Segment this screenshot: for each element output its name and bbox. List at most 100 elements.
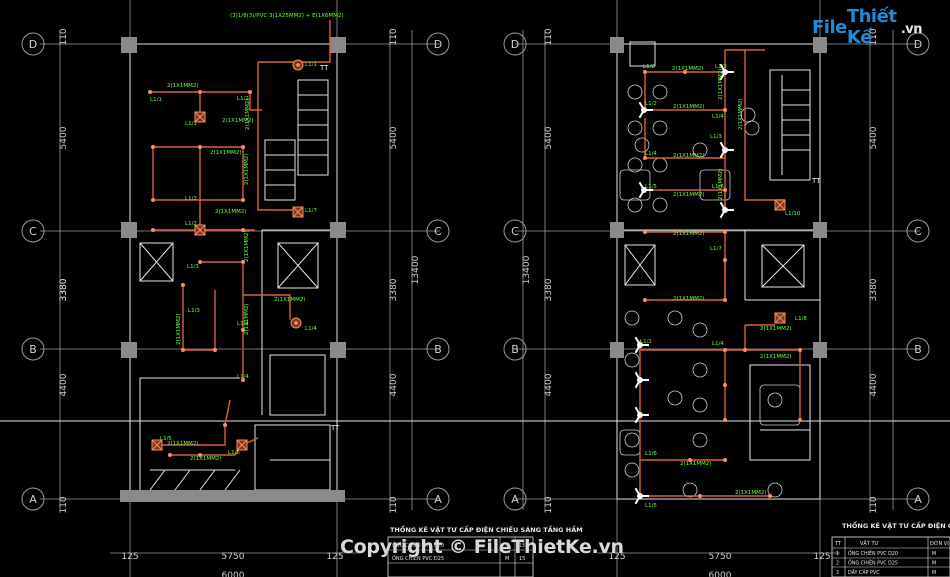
dim-segment: 4400 bbox=[389, 373, 399, 396]
table-cell-unit: M bbox=[932, 561, 936, 567]
table-cell-unit: M bbox=[932, 551, 936, 557]
wire-label: 2(1X1MM2) bbox=[673, 296, 705, 302]
axis-letter: A bbox=[914, 493, 922, 506]
ceiling-light-icon bbox=[774, 199, 786, 211]
junction-dot bbox=[213, 348, 217, 352]
chair-outline bbox=[652, 120, 668, 136]
junction-dot bbox=[168, 453, 172, 457]
dim-segment: 5400 bbox=[389, 126, 399, 149]
chair-outline bbox=[627, 84, 643, 100]
wire-label: 2(1X1MM2) bbox=[244, 153, 250, 185]
axis-letter: D bbox=[29, 38, 37, 51]
circuit-label: L1/10 bbox=[785, 211, 801, 217]
dim-segment: 5400 bbox=[869, 126, 879, 149]
junction-dot bbox=[241, 198, 245, 202]
ceiling-light-icon bbox=[292, 206, 304, 218]
axis-letter: C bbox=[914, 225, 922, 238]
left-columns bbox=[121, 37, 346, 358]
cad-drawing: D D D DC C C CB B B BA A A A 11054003380440011011054… bbox=[0, 0, 950, 577]
dim-segment: 4400 bbox=[869, 373, 879, 396]
dim-segment: 110 bbox=[389, 28, 399, 45]
dim-h-total: 6000 bbox=[709, 571, 732, 577]
dim-segment: 110 bbox=[544, 496, 554, 513]
copyright-watermark: Copyright © FileThietKe.vn bbox=[340, 536, 624, 558]
junction-dot bbox=[181, 283, 185, 287]
dim-segment: 110 bbox=[389, 496, 399, 513]
wire-label: 2(1X1MM2) bbox=[680, 461, 712, 467]
wire-label: 2(1X1MM2) bbox=[672, 66, 704, 72]
junction-dot bbox=[223, 423, 227, 427]
junction-dot bbox=[723, 348, 727, 352]
junction-dot bbox=[643, 298, 647, 302]
chair-outline bbox=[652, 84, 668, 100]
chair-outline bbox=[624, 310, 640, 326]
chair-outline bbox=[767, 392, 783, 408]
junction-dot bbox=[181, 348, 185, 352]
table-header-cell: VẬT TƯ bbox=[860, 540, 879, 547]
chair-outline bbox=[744, 120, 760, 136]
axis-letter: D bbox=[434, 38, 442, 51]
table-cell-item: ỐNG CHIÊN PVC D25 bbox=[848, 559, 898, 567]
dim-segment: 4400 bbox=[544, 373, 554, 396]
table-cell-item: ỐNG CHIÊN PVC D20 bbox=[848, 549, 898, 557]
junction-dot bbox=[723, 230, 727, 234]
axis-letter: A bbox=[434, 493, 442, 506]
chair-outline bbox=[692, 362, 708, 378]
wire-label: 2(1X1MM2) bbox=[673, 153, 705, 159]
circuit-label: L1/2 bbox=[185, 221, 197, 227]
dim-segment: 110 bbox=[869, 496, 879, 513]
junction-dot bbox=[768, 494, 772, 498]
circuit-label: L1/7 bbox=[305, 208, 317, 214]
left-bottom-wall bbox=[120, 490, 345, 502]
chair-outline bbox=[627, 120, 643, 136]
wire-label: 2(1X1MM2) bbox=[167, 441, 199, 447]
circuit-label: L1/6 bbox=[228, 450, 240, 456]
circuit-label: L1/5 bbox=[645, 503, 657, 509]
fan-light-icon bbox=[719, 141, 734, 159]
wire-label: 2(1X1MM2) bbox=[176, 313, 182, 345]
dim-segment: 110 bbox=[59, 28, 69, 45]
brand-logo: File Thiết Kế .vn bbox=[812, 6, 923, 48]
junction-dot bbox=[743, 348, 747, 352]
chair-outline bbox=[667, 310, 683, 326]
circuit-label: L1/4 bbox=[712, 114, 724, 120]
chair-outline bbox=[692, 397, 708, 413]
axis-letter: B bbox=[29, 343, 37, 356]
logo-accent: Thiết Kế bbox=[846, 6, 897, 48]
junction-dot bbox=[723, 418, 727, 422]
circuit-label: L1/6 bbox=[645, 451, 657, 457]
junction-dot bbox=[798, 348, 802, 352]
wire-label: 2(1X1MM2) bbox=[245, 98, 251, 130]
circuit-label: L1/2 bbox=[185, 196, 197, 202]
wire-label: 2(1X1MM2) bbox=[718, 168, 724, 200]
chair-outline bbox=[624, 432, 640, 448]
chair-outline bbox=[682, 482, 698, 498]
circuit-label: L1/2 bbox=[645, 101, 657, 107]
junction-dot bbox=[198, 90, 202, 94]
dim-segment: 3380 bbox=[389, 278, 399, 301]
junction-dot bbox=[241, 145, 245, 149]
circuit-label: L1/4 bbox=[645, 151, 657, 157]
circuit-label: L1/4 bbox=[237, 374, 249, 380]
ceiling-light-icon bbox=[236, 439, 248, 451]
junction-dot bbox=[643, 70, 647, 74]
dim-segment: 3380 bbox=[869, 278, 879, 301]
table-cell-no: 3 bbox=[836, 570, 839, 576]
table-cell-item: DÂY CÁP PVC bbox=[848, 569, 880, 576]
chair-outline bbox=[692, 432, 708, 448]
circuit-label: L1/1 bbox=[305, 62, 317, 68]
dim-segment: 4400 bbox=[59, 373, 69, 396]
switch-mark: TT bbox=[319, 64, 329, 72]
junction-dot bbox=[723, 383, 727, 387]
circuit-label: L1/3 bbox=[710, 134, 722, 140]
dim-segment: 3380 bbox=[544, 278, 554, 301]
axis-letter: C bbox=[29, 225, 37, 238]
logo-main: File bbox=[812, 16, 847, 38]
wire-label: 2(1X1MM2) bbox=[673, 192, 705, 198]
downlight-icon bbox=[290, 317, 302, 329]
dim-h-mid: 5750 bbox=[709, 552, 732, 562]
table-outline bbox=[619, 429, 641, 456]
circuit-label: L1/3 bbox=[187, 264, 199, 270]
wire-label: 2(1X1MM2) bbox=[735, 490, 767, 496]
wire-label: 2(1X1MM2) bbox=[215, 209, 247, 215]
